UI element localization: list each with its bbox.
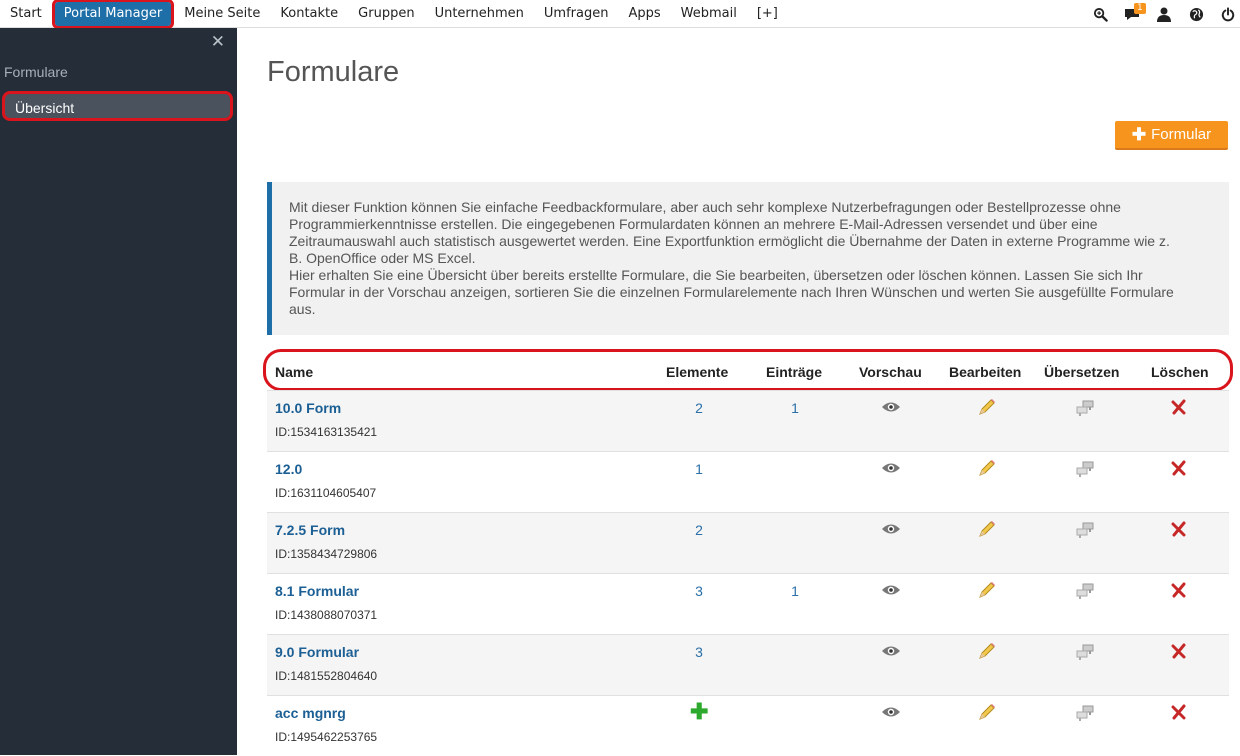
elemente-count-link[interactable]: 2 — [679, 400, 719, 416]
eintraege-count-link[interactable]: 1 — [775, 583, 815, 599]
info-line: B. OpenOffice oder MS Excel. — [289, 250, 476, 266]
form-id: ID:1495462253765 — [275, 730, 378, 744]
nav-start[interactable]: Start — [0, 0, 52, 28]
delete-icon[interactable] — [1171, 399, 1191, 417]
globe-icon[interactable] — [1184, 0, 1208, 28]
pencil-icon[interactable] — [977, 582, 997, 600]
delete-icon[interactable] — [1171, 521, 1191, 539]
nav-unternehmen[interactable]: Unternehmen — [425, 0, 534, 28]
delete-icon[interactable] — [1171, 582, 1191, 600]
close-icon[interactable]: ✕ — [211, 32, 225, 52]
top-nav-items: Start Portal Manager Meine Seite Kontakt… — [0, 0, 788, 29]
table-row: 7.2.5 Form ID:1358434729806 2 — [267, 512, 1229, 573]
nav-meine-seite[interactable]: Meine Seite — [174, 0, 270, 28]
eintraege-count-link[interactable]: 1 — [775, 400, 815, 416]
header-bearbeiten: Bearbeiten — [949, 364, 1022, 380]
info-line: aus. — [289, 301, 316, 317]
form-id: ID:1631104605407 — [275, 486, 377, 500]
header-name[interactable]: Name — [275, 364, 313, 380]
info-line: Formular in der Vorschau anzeigen, sorti… — [289, 284, 1174, 300]
table-body: 10.0 Form ID:1534163135421 2 1 12.0 ID:1… — [267, 390, 1229, 756]
table-header: Name Elemente Einträge Vorschau Bearbeit… — [263, 349, 1233, 391]
sidebar: ✕ Formulare Übersicht — [0, 28, 237, 755]
add-form-button[interactable]: ✚ Formular — [1115, 121, 1228, 150]
form-id: ID:1481552804640 — [275, 669, 378, 683]
elemente-count-link[interactable]: 3 — [679, 583, 719, 599]
chat-icon[interactable]: 1 — [1120, 0, 1146, 28]
eye-icon[interactable] — [881, 582, 901, 600]
form-name-link[interactable]: 9.0 Formular — [275, 644, 359, 660]
form-id: ID:1358434729806 — [275, 547, 378, 561]
table-row: acc mgnrg ID:1495462253765 ✚ — [267, 695, 1229, 756]
add-form-label: Formular — [1151, 126, 1212, 143]
form-id: ID:1438088070371 — [275, 608, 378, 622]
sidebar-section-title: Formulare — [4, 64, 68, 80]
nav-webmail[interactable]: Webmail — [671, 0, 747, 28]
translate-icon[interactable] — [1075, 582, 1095, 600]
header-loeschen: Löschen — [1151, 364, 1209, 380]
header-uebersetzen: Übersetzen — [1044, 364, 1120, 380]
pencil-icon[interactable] — [977, 643, 997, 661]
form-name-link[interactable]: acc mgnrg — [275, 705, 346, 721]
page-title: Formulare — [267, 56, 400, 88]
notification-badge: 1 — [1134, 3, 1146, 14]
nav-kontakte[interactable]: Kontakte — [270, 0, 348, 28]
nav-gruppen[interactable]: Gruppen — [348, 0, 424, 28]
user-icon[interactable] — [1152, 0, 1176, 28]
info-line: Programmierkenntnisse erstellen. Die ein… — [289, 216, 1098, 232]
elemente-count-link[interactable]: 1 — [679, 461, 719, 477]
info-line: Zeitraumauswahl auch statistisch ausgewe… — [289, 233, 1170, 249]
table-row: 8.1 Formular ID:1438088070371 3 1 — [267, 573, 1229, 634]
header-vorschau: Vorschau — [859, 364, 922, 380]
delete-icon[interactable] — [1171, 643, 1191, 661]
table-row: 9.0 Formular ID:1481552804640 3 — [267, 634, 1229, 695]
translate-icon[interactable] — [1075, 704, 1095, 722]
form-name-link[interactable]: 10.0 Form — [275, 400, 341, 416]
translate-icon[interactable] — [1075, 460, 1095, 478]
main-content: Formulare ✚ Formular Mit dieser Funktion… — [237, 28, 1240, 755]
eye-icon[interactable] — [881, 643, 901, 661]
pencil-icon[interactable] — [977, 399, 997, 417]
eye-icon[interactable] — [881, 704, 901, 722]
nav-apps[interactable]: Apps — [618, 0, 670, 28]
table-row: 10.0 Form ID:1534163135421 2 1 — [267, 390, 1229, 451]
nav-portal-manager[interactable]: Portal Manager — [51, 0, 175, 29]
info-line: Hier erhalten Sie eine Übersicht über be… — [289, 267, 1143, 283]
header-elemente[interactable]: Elemente — [666, 364, 728, 380]
form-name-link[interactable]: 12.0 — [275, 461, 302, 477]
sidebar-item-uebersicht[interactable]: Übersicht — [2, 91, 233, 121]
eye-icon[interactable] — [881, 460, 901, 478]
delete-icon[interactable] — [1171, 460, 1191, 478]
elemente-count-link[interactable]: 2 — [679, 522, 719, 538]
header-eintraege[interactable]: Einträge — [766, 364, 822, 380]
form-id: ID:1534163135421 — [275, 425, 378, 439]
info-line: Mit dieser Funktion können Sie einfache … — [289, 199, 1121, 215]
form-name-link[interactable]: 8.1 Formular — [275, 583, 359, 599]
search-icon[interactable] — [1088, 0, 1112, 28]
eye-icon[interactable] — [881, 399, 901, 417]
elemente-count-link[interactable]: 3 — [679, 644, 719, 660]
pencil-icon[interactable] — [977, 460, 997, 478]
translate-icon[interactable] — [1075, 399, 1095, 417]
eye-icon[interactable] — [881, 521, 901, 539]
translate-icon[interactable] — [1075, 521, 1095, 539]
table-row: 12.0 ID:1631104605407 1 — [267, 451, 1229, 512]
top-navigation: Start Portal Manager Meine Seite Kontakt… — [0, 0, 1240, 29]
form-name-link[interactable]: 7.2.5 Form — [275, 522, 345, 538]
power-icon[interactable] — [1216, 0, 1240, 28]
plus-icon: ✚ — [1131, 124, 1147, 144]
top-nav-icons: 1 — [1080, 0, 1240, 28]
add-element-icon[interactable]: ✚ — [690, 701, 708, 723]
pencil-icon[interactable] — [977, 704, 997, 722]
translate-icon[interactable] — [1075, 643, 1095, 661]
nav-umfragen[interactable]: Umfragen — [534, 0, 619, 28]
nav-more[interactable]: [+] — [747, 0, 788, 28]
pencil-icon[interactable] — [977, 521, 997, 539]
info-box: Mit dieser Funktion können Sie einfache … — [267, 182, 1229, 335]
delete-icon[interactable] — [1171, 704, 1191, 722]
